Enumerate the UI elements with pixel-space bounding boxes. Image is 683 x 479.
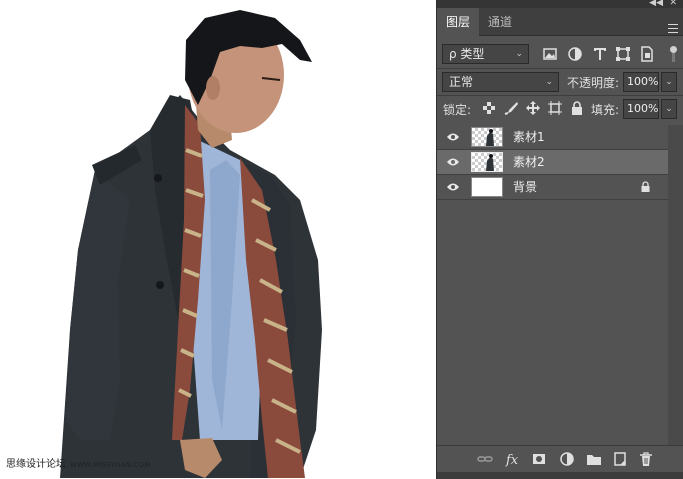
delete-layer-icon[interactable] — [638, 451, 654, 467]
new-group-icon[interactable] — [586, 451, 602, 467]
layer-thumbnail — [471, 127, 503, 147]
tab-layers[interactable]: 图层 — [437, 8, 479, 36]
layers-panel: ◀◀ ✕ 图层 通道 ρ 类型 ⌄ 正常 ⌄ 不透明度: 100% ⌄ 锁定: … — [436, 0, 683, 479]
panel-menu-icon[interactable] — [668, 24, 678, 33]
eye-icon[interactable] — [446, 182, 460, 192]
chevron-down-icon: ⌄ — [545, 77, 553, 87]
tab-channels[interactable]: 通道 — [479, 8, 521, 36]
chevron-down-icon: ⌄ — [515, 49, 523, 59]
panel-top-strip — [437, 0, 683, 8]
panel-tab-bar: 图层 通道 — [437, 8, 683, 36]
fill-label: 填充: — [591, 103, 620, 117]
collapse-panels-icon[interactable]: ◀◀ — [649, 0, 663, 8]
opacity-label: 不透明度: — [567, 76, 620, 90]
layers-bottom-toolbar: fx — [437, 445, 683, 472]
divider — [437, 95, 683, 96]
lock-icon[interactable] — [640, 181, 651, 193]
lock-label: 锁定: — [443, 103, 472, 117]
blend-mode-value: 正常 — [449, 75, 474, 89]
layer-row[interactable]: 背景 — [437, 175, 668, 200]
layer-row[interactable]: 素材2 — [437, 150, 668, 175]
layer-filter-value: ρ 类型 — [449, 47, 485, 61]
eye-icon[interactable] — [446, 157, 460, 167]
watermark-text: 思缘设计论坛 — [6, 459, 66, 470]
layer-thumbnail — [471, 152, 503, 172]
fill-input[interactable]: 100% — [623, 99, 659, 119]
layer-filter-select[interactable]: ρ 类型 ⌄ — [442, 44, 529, 64]
layer-name[interactable]: 素材1 — [513, 125, 545, 150]
fill-chevron-icon[interactable]: ⌄ — [661, 99, 677, 119]
fx-icon[interactable]: fx — [505, 451, 521, 467]
new-layer-icon[interactable] — [612, 451, 628, 467]
divider — [437, 68, 683, 69]
image-filter-icon[interactable] — [541, 45, 559, 63]
lock-artboard-icon[interactable] — [547, 100, 563, 116]
opacity-chevron-icon[interactable]: ⌄ — [661, 72, 677, 92]
watermark-url: WWW.MISSYUAN.COM — [70, 461, 151, 469]
smart-object-filter-icon[interactable] — [638, 45, 656, 63]
watermark: 思缘设计论坛 WWW.MISSYUAN.COM — [6, 455, 150, 470]
link-layers-icon[interactable] — [477, 451, 493, 467]
lock-all-icon[interactable] — [569, 100, 585, 116]
photo-man-in-coat — [60, 10, 322, 478]
svg-text:fx: fx — [505, 453, 519, 467]
panel-resize-bar[interactable] — [437, 472, 683, 479]
layer-name[interactable]: 背景 — [513, 175, 537, 200]
close-panel-icon[interactable]: ✕ — [669, 0, 677, 8]
adjustment-filter-icon[interactable] — [566, 45, 584, 63]
layers-scrollbar[interactable] — [668, 125, 683, 445]
lock-position-icon[interactable] — [525, 100, 541, 116]
opacity-input[interactable]: 100% — [623, 72, 659, 92]
layer-row[interactable]: 素材1 — [437, 125, 668, 150]
lock-transparent-pixels-icon[interactable] — [481, 100, 497, 116]
new-adjustment-icon[interactable] — [559, 451, 575, 467]
add-mask-icon[interactable] — [531, 451, 547, 467]
eye-icon[interactable] — [446, 132, 460, 142]
document-canvas[interactable]: 思缘设计论坛 WWW.MISSYUAN.COM — [0, 0, 436, 479]
shape-filter-icon[interactable] — [614, 45, 632, 63]
layer-name[interactable]: 素材2 — [513, 150, 545, 175]
type-filter-icon[interactable] — [591, 45, 609, 63]
filter-toggle-switch[interactable] — [670, 46, 677, 62]
lock-image-pixels-icon[interactable] — [503, 100, 519, 116]
layer-thumbnail — [471, 177, 503, 197]
blend-mode-select[interactable]: 正常 ⌄ — [442, 72, 559, 92]
